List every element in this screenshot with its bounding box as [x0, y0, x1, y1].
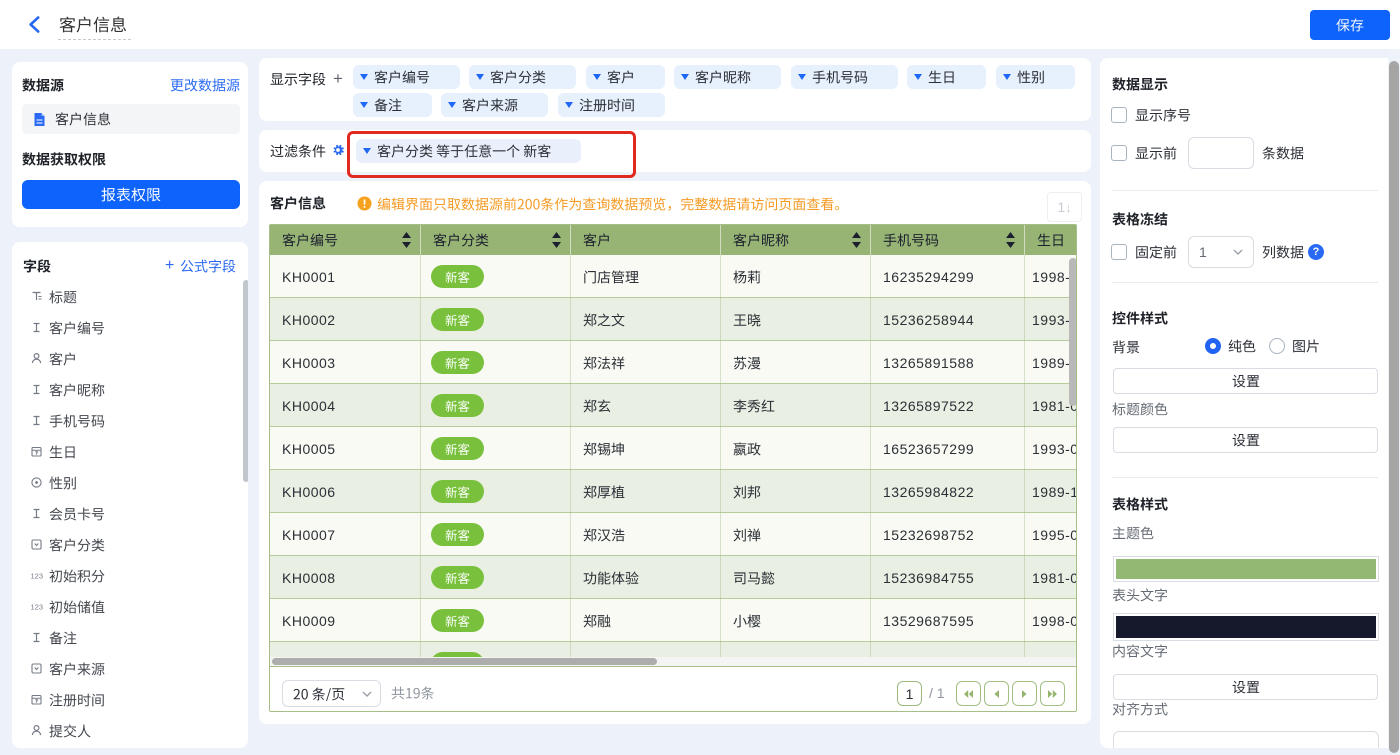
- svg-text:123: 123: [31, 572, 44, 581]
- svg-text:123: 123: [31, 603, 44, 612]
